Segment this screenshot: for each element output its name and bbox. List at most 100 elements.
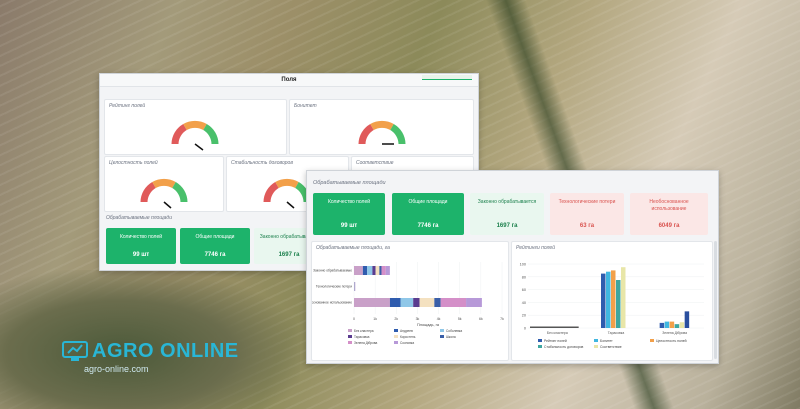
kpi-label: Общие площади xyxy=(408,199,448,205)
bar xyxy=(621,267,626,328)
bar-segment xyxy=(354,266,363,275)
areas-title: Обрабатываемые площади xyxy=(313,180,386,186)
legend-swatch xyxy=(348,329,352,332)
y-tick-label: 80 xyxy=(522,275,526,279)
x-tick-label: 7k xyxy=(500,317,504,321)
bar-segment xyxy=(367,266,373,275)
bar xyxy=(616,280,621,328)
areas-bar-card: Обрабатываемые площади, га 0 1k 2k 3k 4k 5k 6k… xyxy=(311,241,509,361)
card-title: Соответствие xyxy=(356,160,394,166)
legend-label: Соболевка xyxy=(446,329,462,333)
bar-segment xyxy=(440,298,467,307)
legend-label: Коростень xyxy=(400,335,416,339)
x-category-label: Без кластера xyxy=(547,331,568,335)
kpi-value: 1697 га xyxy=(496,223,518,229)
y-tick-label: 60 xyxy=(522,288,526,292)
gauge-rating xyxy=(171,120,219,151)
gauge-card-budget: Бонитет xyxy=(289,99,474,155)
y-category-label: Необоснованное использование xyxy=(312,301,352,305)
legend-swatch xyxy=(538,339,542,342)
kpi-value: 99 шт xyxy=(132,252,150,258)
x-tick-label: 1k xyxy=(373,317,377,321)
legend-swatch xyxy=(348,335,352,338)
kpi-tech-losses: Технологические потери 63 га xyxy=(550,193,624,235)
areas-title: Обрабатываемые площади xyxy=(106,215,172,221)
x-category-label: Тарасовка xyxy=(608,331,625,335)
x-axis-label: Площадь, га xyxy=(417,323,440,327)
kpi-value: 6049 га xyxy=(658,223,680,229)
kpi-total-area: Общие площади 7746 га xyxy=(180,228,250,264)
brand-name: AGRO ONLINE xyxy=(92,340,239,362)
bar-segment xyxy=(372,266,376,275)
kpi-unjustified-use: Необоснованное использование 6049 га xyxy=(630,193,708,235)
gauge-budget xyxy=(358,120,406,145)
bar-segment xyxy=(362,266,368,275)
kpi-label: Общие площади xyxy=(195,234,235,240)
bar-segment xyxy=(434,298,441,307)
brand-logo: AGRO ONLINE xyxy=(62,340,239,363)
kpi-fields-count: Количество полей 99 шт xyxy=(106,228,176,264)
legend-label: Школа xyxy=(446,335,456,339)
x-tick-label: 5k xyxy=(458,317,462,321)
legend-label: Сосновка xyxy=(400,341,414,345)
bar xyxy=(679,322,685,328)
bar-segment xyxy=(385,266,390,275)
bar-segment xyxy=(466,298,482,307)
window-tabs[interactable] xyxy=(422,75,472,80)
bar xyxy=(669,321,675,328)
legend-label: Стабильность договоров xyxy=(544,345,583,349)
y-tick-label: 20 xyxy=(522,314,526,318)
x-tick-label: 0 xyxy=(353,317,355,321)
baseline-bar xyxy=(530,326,579,328)
bar-segment xyxy=(413,298,420,307)
bar-segment xyxy=(381,266,386,275)
bar-segment xyxy=(354,298,390,307)
bar xyxy=(659,322,665,328)
x-tick-label: 6k xyxy=(479,317,483,321)
gauge-card-rating: Рейтинг полей xyxy=(104,99,287,155)
scrollbar[interactable] xyxy=(714,241,717,359)
kpi-legal-area: Законно обрабатывается 1697 га xyxy=(470,193,544,235)
bar xyxy=(601,273,606,328)
legend-label: Целостность полей xyxy=(656,339,687,343)
kpi-label: Необоснованное использование xyxy=(649,199,689,212)
y-tick-label: 40 xyxy=(522,301,526,305)
kpi-total-area: Общие площади 7746 га xyxy=(392,193,464,235)
legend-label: Без кластера xyxy=(354,329,374,333)
kpi-label: Количество полей xyxy=(327,199,371,205)
legend-label: Рейтинг полей xyxy=(544,339,567,343)
rating-bar-chart: 0 20 40 60 80 100 Без кластера Тарасовка Зелена … xyxy=(520,263,704,349)
legend-swatch xyxy=(394,341,398,344)
bar-segment xyxy=(375,266,380,275)
gauge-integrity xyxy=(140,178,188,209)
bar xyxy=(606,271,611,328)
legend-swatch xyxy=(440,329,444,332)
legend-label: Соответствие xyxy=(600,345,622,349)
bar-segment xyxy=(419,298,435,307)
x-category-label: Зелена Діброва xyxy=(662,331,687,335)
legend-swatch xyxy=(348,341,352,344)
x-tick-label: 4k xyxy=(437,317,441,321)
kpi-value: 7746 га xyxy=(417,223,439,229)
x-tick-label: 3k xyxy=(416,317,420,321)
kpi-fields-count: Количество полей 99 шт xyxy=(313,193,385,235)
bar xyxy=(664,321,670,328)
bar xyxy=(684,311,690,328)
kpi-value: 63 га xyxy=(579,223,595,229)
kpi-label: Законно обрабатывается xyxy=(477,199,537,205)
bar xyxy=(611,270,616,328)
brand-url: agro-online.com xyxy=(84,364,149,374)
areas-bar-chart: 0 1k 2k 3k 4k 5k 6k 7k Площадь, га Законно обраба… xyxy=(312,262,504,345)
monitor-icon xyxy=(62,340,88,361)
areas-panel: Обрабатываемые площади Количество полей … xyxy=(306,170,719,364)
bar xyxy=(674,324,680,328)
legend-label: Тарасовка xyxy=(354,335,370,339)
legend-label: Бонитет xyxy=(600,339,613,343)
y-tick-label: 100 xyxy=(520,263,526,267)
legend-label: Зелена Діброва xyxy=(354,341,378,345)
kpi-label: Технологические потери xyxy=(558,199,616,205)
legend-swatch xyxy=(394,335,398,338)
rating-bar-card: Рейтинги полей 0 20 40 60 80 100 Без кластера Т… xyxy=(511,241,713,361)
legend-label: Андреев xyxy=(400,329,413,333)
legend-swatch xyxy=(440,335,444,338)
